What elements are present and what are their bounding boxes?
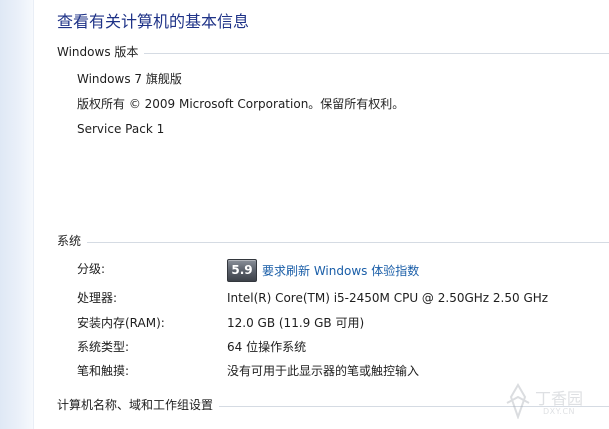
windows-edition-value: Windows 7 旗舰版 bbox=[77, 72, 182, 86]
ram-row: 安装内存(RAM): 12.0 GB (11.9 GB 可用) bbox=[77, 313, 589, 333]
pen-touch-row: 笔和触摸: 没有可用于此显示器的笔或触控输入 bbox=[77, 361, 589, 381]
pen-touch-label: 笔和触摸: bbox=[77, 364, 130, 378]
watermark-url: DXY.CN bbox=[543, 407, 576, 416]
section-heading: 系统 bbox=[57, 232, 88, 250]
section-divider bbox=[57, 242, 609, 243]
watermark-brand: 丁香园 bbox=[535, 389, 584, 408]
ram-value: 12.0 GB (11.9 GB 可用) bbox=[227, 316, 365, 330]
watermark: 丁香园 DXY.CN bbox=[503, 383, 603, 423]
section-system: 系统 bbox=[57, 232, 609, 250]
section-heading: 计算机名称、域和工作组设置 bbox=[57, 396, 220, 414]
section-windows-edition: Windows 版本 bbox=[57, 43, 609, 61]
rating-row: 分级: 5.9 要求刷新 Windows 体验指数 bbox=[77, 259, 589, 282]
copyright-text: 版权所有 © 2009 Microsoft Corporation。保留所有权利… bbox=[77, 97, 405, 111]
system-type-row: 系统类型: 64 位操作系统 bbox=[77, 337, 589, 357]
watermark-logo-icon bbox=[506, 383, 530, 421]
rating-label: 分级: bbox=[77, 262, 106, 276]
page-title: 查看有关计算机的基本信息 bbox=[57, 12, 250, 31]
processor-value: Intel(R) Core(TM) i5-2450M CPU @ 2.50GHz… bbox=[227, 291, 549, 305]
pen-touch-value: 没有可用于此显示器的笔或触控输入 bbox=[227, 364, 420, 378]
section-heading: Windows 版本 bbox=[57, 43, 145, 61]
processor-row: 处理器: Intel(R) Core(TM) i5-2450M CPU @ 2.… bbox=[77, 288, 589, 308]
left-pane bbox=[0, 0, 34, 429]
system-type-label: 系统类型: bbox=[77, 340, 130, 354]
service-pack-value: Service Pack 1 bbox=[77, 122, 165, 136]
experience-index-badge[interactable]: 5.9 bbox=[227, 259, 257, 282]
refresh-experience-index-link[interactable]: 要求刷新 Windows 体验指数 bbox=[262, 264, 419, 278]
processor-label: 处理器: bbox=[77, 291, 118, 305]
ram-label: 安装内存(RAM): bbox=[77, 316, 165, 330]
system-type-value: 64 位操作系统 bbox=[227, 340, 307, 354]
